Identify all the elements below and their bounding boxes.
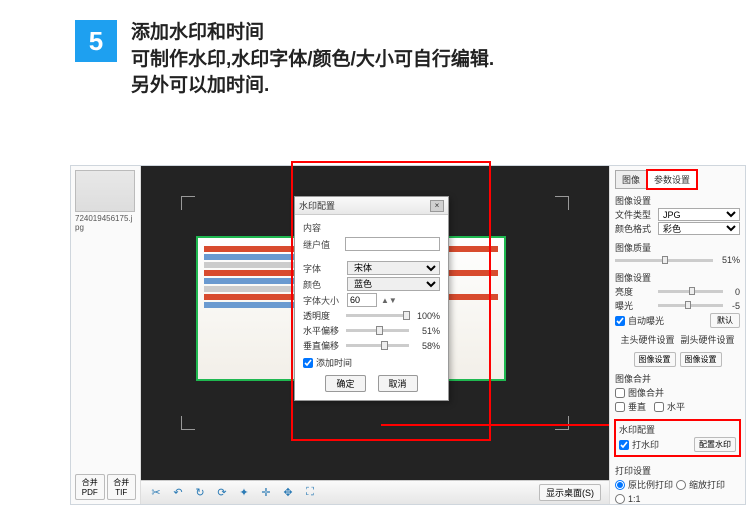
color-mode-label: 颜色格式 <box>615 222 655 235</box>
show-desktop-button[interactable]: 显示桌面(S) <box>539 484 601 501</box>
voffset-label: 垂直偏移 <box>303 339 343 352</box>
opacity-label: 透明度 <box>303 309 343 322</box>
highlight-line <box>381 424 609 426</box>
print-11-label: 1:1 <box>628 494 641 504</box>
print-ratio-label: 原比例打印 <box>628 478 673 491</box>
opacity-slider[interactable] <box>346 314 409 317</box>
crosshair-icon[interactable]: ✛ <box>259 486 273 500</box>
wm-enable-checkbox[interactable] <box>619 440 629 450</box>
tab-image[interactable]: 图像 <box>615 170 647 189</box>
auto-exposure-checkbox[interactable] <box>615 316 625 326</box>
header-title: 添加水印和时间 <box>131 20 494 47</box>
toolbar: ✂ ↶ ↻ ⟳ ✦ ✛ ✥ ⛶ 显示桌面(S) <box>141 480 609 504</box>
crop-corner-icon <box>555 196 569 210</box>
print-11-radio[interactable] <box>615 494 625 504</box>
side-panel: 图像 参数设置 图像设置 文件类型 JPG 颜色格式 彩色 图像质量 51% <box>609 166 745 504</box>
merge-checkbox[interactable] <box>615 388 625 398</box>
hoffset-slider[interactable] <box>346 329 409 332</box>
merge-pdf-button[interactable]: 合并PDF <box>75 474 105 500</box>
font-size-input[interactable] <box>347 293 377 307</box>
close-icon[interactable]: × <box>430 200 444 212</box>
header-line3: 另外可以加时间. <box>131 73 494 100</box>
crop-corner-icon <box>181 196 195 210</box>
horizontal-label: 水平 <box>667 400 685 413</box>
print-scale-label: 缩放打印 <box>689 478 725 491</box>
cancel-button[interactable]: 取消 <box>378 375 418 392</box>
brightness-value: 0 <box>726 287 740 297</box>
wm-enable-label: 打水印 <box>632 438 659 451</box>
content-section-label: 内容 <box>303 221 440 234</box>
brightness-slider[interactable] <box>658 290 723 293</box>
img-merge-label: 图像合并 <box>615 372 740 385</box>
vertical-checkbox[interactable] <box>615 402 625 412</box>
fit-icon[interactable]: ⛶ <box>303 486 317 500</box>
sub-hw-label: 副头硬件设置 <box>681 333 735 346</box>
wm-config-label: 水印配置 <box>619 423 736 436</box>
thumbnail-column: 724019456175.jpg 合并PDF 合并TIF <box>71 166 141 504</box>
brightness-label: 亮度 <box>615 285 655 298</box>
file-type-label: 文件类型 <box>615 208 655 221</box>
print-scale-radio[interactable] <box>676 480 686 490</box>
add-time-label: 添加时间 <box>316 356 352 369</box>
add-time-checkbox[interactable] <box>303 358 313 368</box>
main-hw-label: 主头硬件设置 <box>620 333 674 346</box>
quality-label: 图像质量 <box>615 241 740 254</box>
font-label: 字体 <box>303 262 343 275</box>
hoffset-value: 51% <box>412 326 440 336</box>
vertical-label: 垂直 <box>628 400 646 413</box>
header-text: 添加水印和时间 可制作水印,水印字体/颜色/大小可自行编辑. 另外可以加时间. <box>131 20 494 100</box>
watermark-dialog: 水印配置 × 内容 继户值 字体 宋体 <box>294 196 449 401</box>
move-icon[interactable]: ✥ <box>281 486 295 500</box>
rotate-right-icon[interactable]: ↻ <box>193 486 207 500</box>
header-line2: 可制作水印,水印字体/颜色/大小可自行编辑. <box>131 47 494 74</box>
wm-config-button[interactable]: 配置水印 <box>694 437 736 452</box>
size-label: 字体大小 <box>303 294 343 307</box>
print-settings-label: 打印设置 <box>615 464 740 477</box>
tab-params[interactable]: 参数设置 <box>647 170 697 189</box>
img-settings2-label: 图像设置 <box>615 271 740 284</box>
opacity-value: 100% <box>412 311 440 321</box>
ok-button[interactable]: 确定 <box>325 375 365 392</box>
exposure-value: -5 <box>726 301 740 311</box>
img-settings-label: 图像设置 <box>615 194 740 207</box>
voffset-slider[interactable] <box>346 344 409 347</box>
color-mode-select[interactable]: 彩色 <box>658 222 740 235</box>
app-window: 724019456175.jpg 合并PDF 合并TIF <box>70 165 746 505</box>
quality-value: 51% <box>716 255 740 265</box>
wand-icon[interactable]: ✦ <box>237 486 251 500</box>
rotate-left-icon[interactable]: ↶ <box>171 486 185 500</box>
watermark-config-group: 水印配置 打水印 配置水印 <box>614 419 741 457</box>
img-set-button-1[interactable]: 图像设置 <box>634 352 676 367</box>
thumbnail-filename: 724019456175.jpg <box>75 214 136 232</box>
dialog-title: 水印配置 <box>299 199 335 212</box>
preview-stage[interactable]: 水印配置 × 内容 继户值 字体 宋体 <box>141 166 609 480</box>
merge-label: 图像合并 <box>628 386 664 399</box>
exposure-slider[interactable] <box>658 304 723 307</box>
refresh-icon[interactable]: ⟳ <box>215 486 229 500</box>
auto-exposure-label: 自动曝光 <box>628 314 664 327</box>
merge-tif-button[interactable]: 合并TIF <box>107 474 137 500</box>
thumbnail-image[interactable] <box>75 170 135 212</box>
stepper-icon[interactable]: ▲▼ <box>381 296 397 305</box>
color-label: 颜色 <box>303 278 343 291</box>
preview-column: 水印配置 × 内容 继户值 字体 宋体 <box>141 166 609 504</box>
font-select[interactable]: 宋体 <box>347 261 440 275</box>
crop-corner-icon <box>181 416 195 430</box>
exposure-label: 曝光 <box>615 299 655 312</box>
step-badge: 5 <box>75 20 117 62</box>
default-button[interactable]: 默认 <box>710 313 740 328</box>
watermark-text-input[interactable] <box>345 237 440 251</box>
item-label: 继户值 <box>303 238 341 251</box>
crop-corner-icon <box>555 416 569 430</box>
img-set-button-2[interactable]: 图像设置 <box>680 352 722 367</box>
voffset-value: 58% <box>412 341 440 351</box>
crop-icon[interactable]: ✂ <box>149 486 163 500</box>
print-ratio-radio[interactable] <box>615 480 625 490</box>
horizontal-checkbox[interactable] <box>654 402 664 412</box>
quality-slider[interactable] <box>615 259 713 262</box>
file-type-select[interactable]: JPG <box>658 208 740 221</box>
color-select[interactable]: 蓝色 <box>347 277 440 291</box>
hoffset-label: 水平偏移 <box>303 324 343 337</box>
